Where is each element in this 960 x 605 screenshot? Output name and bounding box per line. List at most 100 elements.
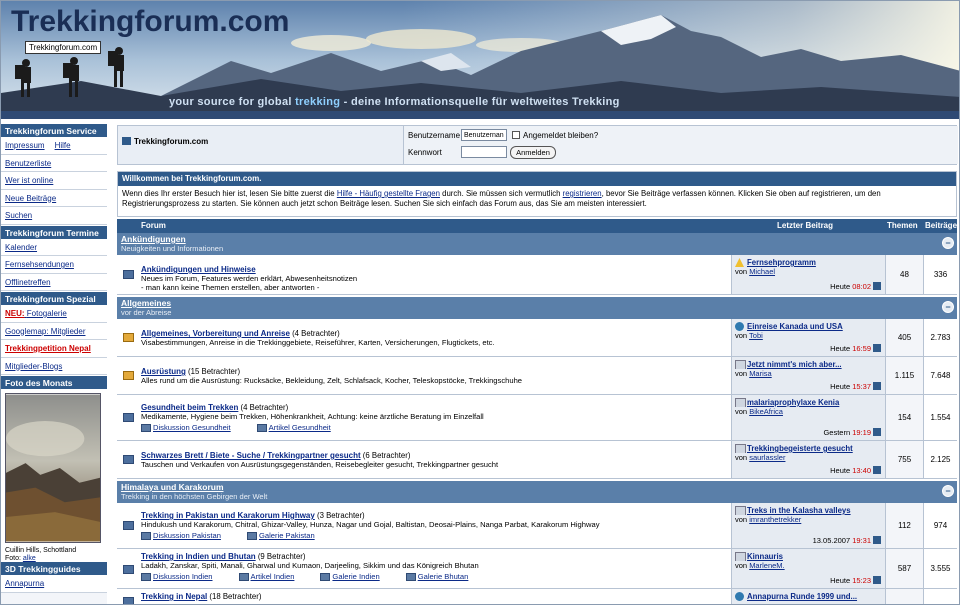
subforum-link[interactable]: Artikel Gesundheit (257, 423, 331, 432)
sidebar-section-service: Trekkingforum Service (1, 123, 107, 137)
sidebar-link-suchen[interactable]: Suchen (1, 207, 107, 225)
register-link[interactable]: registrieren (563, 189, 602, 198)
author-link[interactable]: Tobi (749, 331, 763, 340)
category-ankuendigungen: Ankündigungen Neuigkeiten und Informatio… (117, 233, 957, 255)
site-name[interactable]: Trekkingforum.com (134, 137, 208, 146)
forum-title-link[interactable]: Ankündigungen und Hinweise (141, 265, 256, 274)
goto-last-post-icon[interactable] (873, 536, 881, 544)
sidebar-section-guides: 3D Trekkingguides (1, 561, 107, 575)
sidebar-link-benutzerliste[interactable]: Benutzerliste (1, 154, 107, 172)
collapse-icon[interactable]: − (942, 237, 954, 249)
username-label: Benutzername (408, 131, 461, 140)
sidebar-item-fotogalerie[interactable]: NEU: Fotogalerie (1, 305, 107, 323)
sidebar-link-googlemap[interactable]: Googlemap: Mitglieder (1, 322, 107, 340)
subforum-link[interactable]: Diskussion Indien (141, 572, 213, 581)
subforum-link[interactable]: Artikel Indien (239, 572, 295, 581)
goto-last-post-icon[interactable] (873, 576, 881, 584)
table-header: Forum Letzter Beitrag Themen Beiträge (117, 219, 957, 233)
forum-title-link[interactable]: Trekking in Nepal (141, 592, 207, 601)
sidebar-link-kalender[interactable]: Kalender (1, 238, 107, 256)
author-link[interactable]: Michael (749, 267, 775, 276)
sidebar-link-petition[interactable]: Trekkingpetition Nepal (1, 340, 107, 358)
site-logo[interactable]: Trekkingforum.com (11, 5, 289, 39)
login-button[interactable]: Anmelden (510, 146, 556, 159)
last-post: Kinnauris von MarleneM. Heute 15:23 (731, 549, 885, 588)
by-label: von (735, 407, 750, 416)
sidebar-section-foto: Foto des Monats (1, 375, 107, 389)
sidebar-link-mitglieder-blogs[interactable]: Mitglieder-Blogs (1, 357, 107, 375)
last-post-title[interactable]: Jetzt nimmt's mich aber... (735, 360, 882, 369)
col-forum: Forum (141, 221, 166, 230)
last-post-date: Heute 08:02 (830, 282, 881, 291)
last-post-title[interactable]: malariaprophylaxe Kenia (735, 398, 882, 407)
sidebar-link-annapurna[interactable]: Annapurna (1, 575, 107, 593)
last-post: Annapurna Runde 1999 und... (731, 589, 885, 604)
forum-title-link[interactable]: Allgemeines, Vorbereitung und Anreise (141, 329, 290, 338)
subforum-link[interactable]: Galerie Pakistan (247, 531, 315, 540)
tagline-part-a: your source for global (169, 96, 296, 108)
forum-row: Ausrüstung (15 Betrachter) Alles rund um… (117, 357, 957, 395)
themen-count: 755 (885, 441, 923, 478)
forum-info: Schwarzes Brett / Biete - Suche / Trekki… (141, 451, 731, 469)
category-desc: Neuigkeiten und Informationen (121, 244, 224, 253)
forum-title-link[interactable]: Schwarzes Brett / Biete - Suche / Trekki… (141, 451, 361, 460)
goto-last-post-icon[interactable] (873, 428, 881, 436)
by-label: von (735, 331, 750, 340)
welcome-text: Wenn dies Ihr erster Besuch hier ist, le… (118, 186, 956, 212)
author-link[interactable]: imranthetrekker (749, 515, 801, 524)
beitraege-count: 7.648 (923, 357, 957, 394)
forum-table: Forum Letzter Beitrag Themen Beiträge An… (117, 219, 957, 604)
faq-link[interactable]: Hilfe - Häufig gestellte Fragen (337, 189, 440, 198)
category-title[interactable]: Ankündigungen (121, 234, 186, 244)
author-link[interactable]: MarleneM. (749, 561, 784, 570)
forum-title-link[interactable]: Ausrüstung (141, 367, 186, 376)
category-title[interactable]: Allgemeines (121, 298, 171, 308)
last-post: Fernsehprogramm von Michael Heute 08:02 (731, 255, 885, 294)
author-link[interactable]: BikeAfrica (749, 407, 783, 416)
home-icon[interactable] (122, 137, 131, 145)
last-post-title[interactable]: Trekkingbegeisterte gesucht (735, 444, 882, 453)
subforum-link[interactable]: Galerie Bhutan (406, 572, 469, 581)
password-input[interactable] (461, 146, 507, 158)
remember-checkbox[interactable] (512, 131, 520, 139)
sidebar-link-impressum[interactable]: Impressum (5, 141, 45, 150)
last-post-author: von Michael (735, 267, 882, 276)
forum-title-link[interactable]: Trekking in Pakistan und Karakorum Highw… (141, 511, 315, 520)
date-text: 13.05.2007 (812, 536, 853, 545)
forum-title-link[interactable]: Trekking in Indien und Bhutan (141, 552, 256, 561)
date-text: Heute (830, 282, 853, 291)
subforum-link[interactable]: Diskussion Gesundheit (141, 423, 231, 432)
photo-author-link[interactable]: alke (23, 555, 36, 562)
sidebar-item-impressum-hilfe: Impressum Hilfe (1, 137, 107, 155)
sidebar-link-neue-beitraege[interactable]: Neue Beiträge (1, 189, 107, 207)
login-bar: Trekkingforum.com Benutzername Benutzern… (117, 125, 958, 165)
category-desc: vor der Abreise (121, 308, 172, 317)
subforum-link[interactable]: Diskussion Pakistan (141, 531, 221, 540)
goto-last-post-icon[interactable] (873, 382, 881, 390)
sidebar-link-hilfe[interactable]: Hilfe (55, 141, 71, 150)
themen-count: 1.115 (885, 357, 923, 394)
collapse-icon[interactable]: − (942, 485, 954, 497)
username-input[interactable]: Benutzernan (461, 129, 507, 141)
last-post-title[interactable]: Fernsehprogramm (735, 258, 882, 267)
goto-last-post-icon[interactable] (873, 282, 881, 290)
last-post-title[interactable]: Kinnauris (735, 552, 882, 561)
last-post-title[interactable]: Einreise Kanada und USA (735, 322, 882, 331)
forum-title-link[interactable]: Gesundheit beim Trekken (141, 403, 238, 412)
remember-label: Angemeldet bleiben? (523, 131, 599, 140)
by-label: von (735, 267, 750, 276)
collapse-icon[interactable]: − (942, 301, 954, 313)
sidebar-link-wer-ist-online[interactable]: Wer ist online (1, 172, 107, 190)
category-title[interactable]: Himalaya und Karakorum (121, 482, 224, 492)
goto-last-post-icon[interactable] (873, 344, 881, 352)
author-link[interactable]: Marisa (749, 369, 772, 378)
last-post-title[interactable]: Treks in the Kalasha valleys (735, 506, 882, 515)
sidebar-link-fernsehsendungen[interactable]: Fernsehsendungen (1, 256, 107, 274)
author-link[interactable]: saurlassler (749, 453, 785, 462)
last-post-title[interactable]: Annapurna Runde 1999 und... (735, 592, 882, 601)
goto-last-post-icon[interactable] (873, 466, 881, 474)
sidebar-link-offlinetreffen[interactable]: Offlinetreffen (1, 273, 107, 291)
sidebar-link-fotogalerie[interactable]: Fotogalerie (27, 309, 67, 318)
photo-of-month[interactable] (5, 393, 101, 543)
subforum-link[interactable]: Galerie Indien (320, 572, 379, 581)
